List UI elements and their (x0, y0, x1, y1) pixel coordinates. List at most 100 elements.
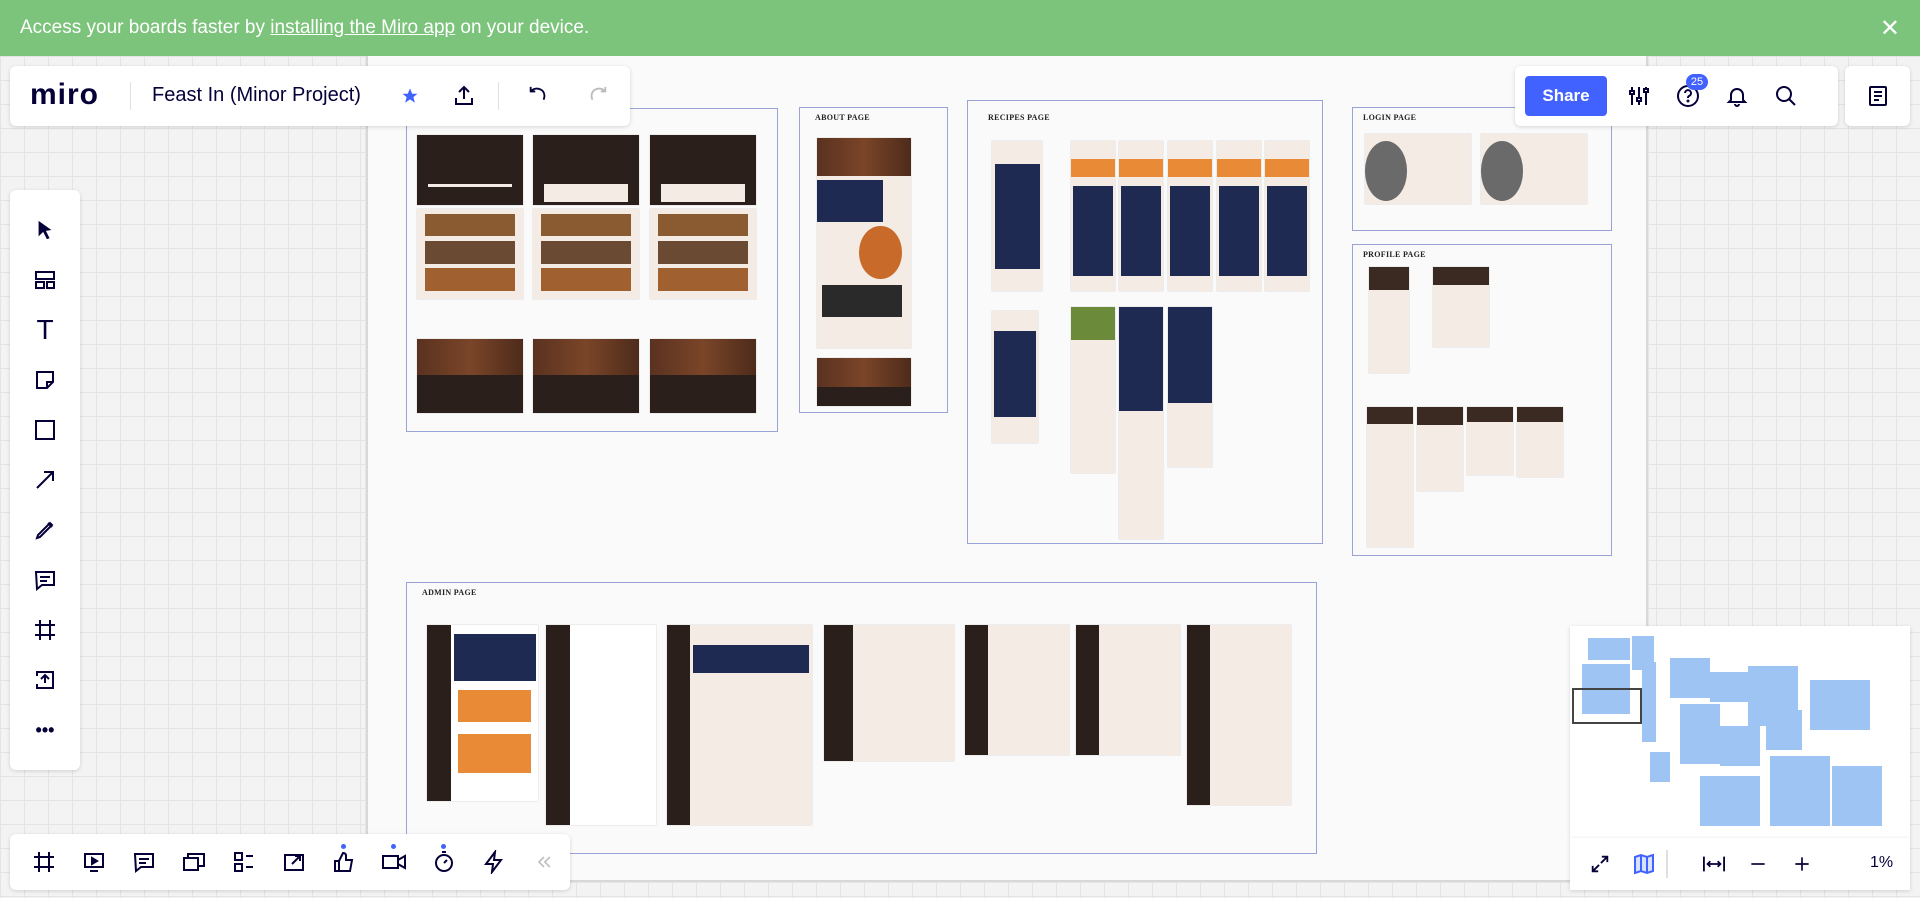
admin-dashboard-thumb[interactable] (427, 625, 538, 801)
more-icon[interactable]: ••• (25, 710, 65, 750)
comments-icon[interactable] (124, 842, 164, 882)
profile-thumb-3[interactable] (1367, 407, 1413, 547)
profile-page-frame[interactable]: PROFILE PAGE (1352, 244, 1612, 556)
reactions-icon[interactable] (324, 842, 364, 882)
home-hero-thumb-3[interactable] (650, 135, 756, 205)
share-button[interactable]: Share (1525, 76, 1607, 116)
presentation-icon[interactable] (74, 842, 114, 882)
profile-thumb-5[interactable] (1467, 407, 1513, 475)
templates-icon[interactable] (25, 260, 65, 300)
admin-ingredients-thumb[interactable] (965, 625, 1069, 755)
about-page-frame[interactable]: ABOUT PAGE (799, 107, 948, 413)
login-thumb-1[interactable] (1365, 134, 1471, 204)
recipes-frame-label: RECIPES PAGE (988, 113, 1050, 122)
admin-analytics-thumb[interactable] (546, 625, 656, 825)
zoom-in-icon[interactable] (1786, 848, 1818, 880)
profile-thumb-1[interactable] (1369, 267, 1409, 373)
recipes-list-thumb[interactable] (992, 141, 1042, 291)
admin-users-thumb[interactable] (824, 625, 954, 761)
arrow-icon[interactable] (25, 460, 65, 500)
collapse-icon[interactable] (524, 842, 564, 882)
comment-icon[interactable] (25, 560, 65, 600)
about-footer-thumb[interactable] (817, 358, 911, 406)
active-dot (341, 844, 346, 849)
redo-icon[interactable] (582, 80, 614, 112)
zoom-level[interactable]: 1% (1870, 854, 1893, 872)
recipe-detail-thumb-1[interactable] (1071, 307, 1115, 473)
recipe-detail-thumb-3[interactable] (1168, 307, 1212, 467)
recipes-page-frame[interactable]: RECIPES PAGE (967, 100, 1323, 544)
admin-members-thumb[interactable] (1187, 625, 1291, 805)
admin-page-frame[interactable]: ADMIN PAGE (406, 582, 1317, 854)
lightning-icon[interactable] (474, 842, 514, 882)
home-section-thumb-3[interactable] (650, 209, 756, 299)
minimap-block (1588, 638, 1630, 660)
board-minimap[interactable] (1570, 626, 1910, 838)
recipes-variant-2[interactable] (1119, 141, 1163, 291)
home-section-thumb-1[interactable] (417, 209, 523, 299)
fullscreen-icon[interactable] (1584, 848, 1616, 880)
share-screen-icon[interactable] (274, 842, 314, 882)
pen-icon[interactable] (25, 510, 65, 550)
profile-thumb-2[interactable] (1433, 267, 1489, 347)
profile-thumb-4[interactable] (1417, 407, 1463, 491)
home-hero-thumb-1[interactable] (417, 135, 523, 205)
settings-sliders-icon[interactable] (1623, 80, 1655, 112)
banner-prefix: Access your boards faster by (20, 17, 271, 38)
home-footer-thumb-2[interactable] (533, 339, 639, 413)
close-banner-icon[interactable]: ✕ (1880, 14, 1900, 43)
upload-icon[interactable] (25, 660, 65, 700)
home-footer-thumb-3[interactable] (650, 339, 756, 413)
recipes-list-thumb-2[interactable] (992, 311, 1038, 443)
recipes-variant-3[interactable] (1168, 141, 1212, 291)
collaboration-bottom-toolbar (10, 834, 570, 890)
collaboration-toolbar: Share 25 (1515, 66, 1838, 126)
timer-icon[interactable] (424, 842, 464, 882)
board-title[interactable]: Feast In (Minor Project) (152, 84, 361, 107)
fit-width-icon[interactable] (1698, 848, 1730, 880)
search-icon[interactable] (1770, 80, 1802, 112)
admin-feedback-thumb[interactable] (667, 625, 812, 825)
install-app-link[interactable]: installing the Miro app (270, 17, 455, 38)
divider (1666, 850, 1668, 878)
minimap-block (1670, 658, 1710, 698)
about-frame-label: ABOUT PAGE (815, 113, 870, 122)
recipes-variant-1[interactable] (1071, 141, 1115, 291)
minimap-viewport[interactable] (1572, 688, 1642, 724)
help-notification-badge: 25 (1686, 74, 1708, 90)
minimap-block (1700, 776, 1760, 826)
creation-toolbar: T ••• (10, 190, 80, 770)
square-icon[interactable] (25, 410, 65, 450)
recipes-variant-4[interactable] (1217, 141, 1261, 291)
minimap-block (1770, 756, 1830, 826)
recipe-detail-thumb-2[interactable] (1119, 307, 1163, 539)
about-page-thumb[interactable] (817, 138, 911, 348)
minimap-block (1766, 710, 1802, 750)
zoom-controls: 1% (1570, 838, 1910, 890)
recipes-variant-5[interactable] (1265, 141, 1309, 291)
cards-icon[interactable] (174, 842, 214, 882)
miro-logo[interactable]: miro (30, 78, 99, 112)
home-section-thumb-2[interactable] (533, 209, 639, 299)
export-icon[interactable] (448, 80, 480, 112)
home-page-frame[interactable] (406, 108, 778, 432)
text-icon[interactable]: T (25, 310, 65, 350)
video-icon[interactable] (374, 842, 414, 882)
home-footer-thumb-1[interactable] (417, 339, 523, 413)
zoom-out-icon[interactable] (1742, 848, 1774, 880)
admin-recipes-thumb[interactable] (1076, 625, 1180, 755)
login-thumb-2[interactable] (1481, 134, 1587, 204)
star-icon[interactable] (394, 80, 426, 112)
profile-thumb-6[interactable] (1517, 407, 1563, 477)
notes-panel-icon[interactable] (1845, 66, 1910, 126)
undo-icon[interactable] (522, 80, 554, 112)
kanban-icon[interactable] (224, 842, 264, 882)
map-icon[interactable] (1628, 848, 1660, 880)
frames-icon[interactable] (24, 842, 64, 882)
home-hero-thumb-2[interactable] (533, 135, 639, 205)
sticky-note-icon[interactable] (25, 360, 65, 400)
minimap-block (1832, 766, 1882, 826)
frame-icon[interactable] (25, 610, 65, 650)
bell-icon[interactable] (1721, 80, 1753, 112)
cursor-icon[interactable] (25, 210, 65, 250)
